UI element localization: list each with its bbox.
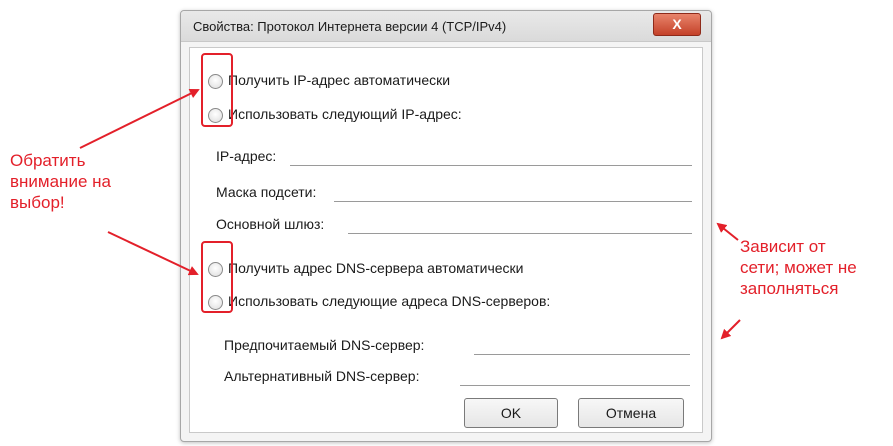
annotation-line: внимание на: [10, 172, 111, 191]
arrow-to-ip-radios: [79, 89, 200, 149]
annotation-right: Зависит от сети; может не заполняться: [740, 236, 890, 299]
arrow-up-to-ip-fields: [716, 222, 739, 241]
annotation-arrows: [79, 89, 741, 340]
annotation-left: Обратить внимание на выбор!: [10, 150, 180, 213]
annotation-line: Зависит от: [740, 237, 826, 256]
arrow-down-to-dns-fields: [720, 319, 741, 340]
annotation-line: сети; может не: [740, 258, 857, 277]
arrow-to-dns-radios: [107, 231, 199, 276]
annotation-line: выбор!: [10, 193, 65, 212]
annotation-line: заполняться: [740, 279, 839, 298]
annotation-line: Обратить: [10, 151, 86, 170]
